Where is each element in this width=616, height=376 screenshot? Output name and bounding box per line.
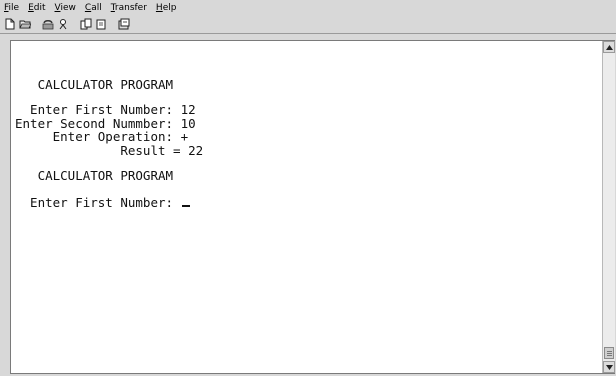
disconnect-icon	[59, 19, 66, 30]
terminal-line: CALCULATOR PROGRAM	[15, 168, 174, 183]
disconnect-button[interactable]	[56, 18, 69, 31]
terminal-prompt-text: Enter First Number:	[15, 195, 181, 210]
properties-button[interactable]	[117, 18, 130, 31]
terminal-prompt-line: Enter First Number:	[15, 196, 190, 210]
call-button[interactable]	[41, 18, 54, 31]
terminal-line: Enter First Number: 12	[15, 102, 196, 117]
menu-transfer[interactable]: Transfer	[111, 1, 147, 15]
menu-call[interactable]: Call	[85, 1, 102, 15]
scroll-thumb[interactable]	[604, 347, 614, 359]
open-button[interactable]	[18, 18, 31, 31]
arrow-up-icon	[605, 44, 613, 50]
receive-file-button[interactable]	[94, 18, 107, 31]
terminal-line: Enter Operation: +	[15, 129, 189, 144]
menu-help[interactable]: Help	[156, 1, 177, 15]
phone-icon	[42, 20, 53, 30]
properties-icon	[118, 18, 129, 30]
vertical-scrollbar[interactable]	[602, 41, 615, 373]
send-file-icon	[80, 18, 91, 30]
toolbar	[0, 15, 616, 34]
open-folder-icon	[18, 20, 31, 29]
terminal-line: CALCULATOR PROGRAM	[15, 77, 174, 92]
menu-edit[interactable]: Edit	[28, 1, 45, 15]
receive-file-icon	[96, 19, 105, 30]
text-cursor	[181, 205, 190, 207]
menu-file[interactable]: File	[4, 1, 19, 15]
terminal-screen[interactable]: CALCULATOR PROGRAM Enter First Number: 1…	[11, 41, 602, 373]
menu-bar: File Edit View Call Transfer Help	[0, 0, 616, 15]
terminal-window: CALCULATOR PROGRAM Enter First Number: 1…	[10, 40, 615, 374]
menu-view[interactable]: View	[55, 1, 76, 15]
new-document-button[interactable]	[3, 18, 16, 31]
send-file-button[interactable]	[79, 18, 92, 31]
terminal-line: Result = 22	[15, 143, 204, 158]
new-document-icon	[5, 18, 14, 30]
arrow-down-icon	[605, 364, 613, 370]
scroll-down-button[interactable]	[603, 361, 615, 373]
scroll-up-button[interactable]	[603, 41, 615, 53]
